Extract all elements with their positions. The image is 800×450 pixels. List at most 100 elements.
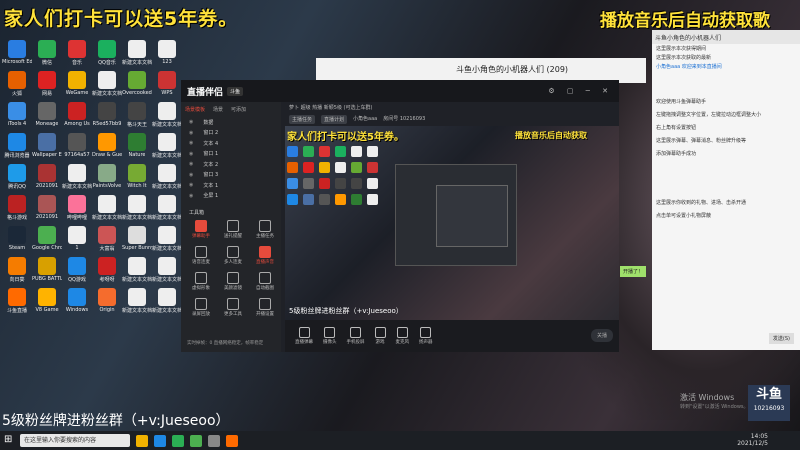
tool-button[interactable]: 多人连麦 xyxy=(217,246,249,272)
desktop-icon[interactable]: Google Chrome xyxy=(32,226,62,257)
desktop-icon[interactable]: 新建文本文档 xyxy=(62,164,92,195)
desktop-icon[interactable]: 新建文本文档 xyxy=(152,164,182,195)
toolbar-button[interactable]: 摄像头 xyxy=(323,327,337,345)
desktop-icon[interactable]: Overcooked xyxy=(122,71,152,102)
desktop-icon[interactable]: 格斗游戏 xyxy=(2,195,32,226)
desktop-icon[interactable]: 新建文本文档 xyxy=(152,133,182,164)
desktop-icon[interactable]: Steam xyxy=(2,226,32,257)
taskbar-app-icon[interactable] xyxy=(190,434,202,447)
start-live-button[interactable]: 关播 xyxy=(590,329,613,342)
tab-scene[interactable]: 场景 xyxy=(213,106,223,113)
eye-icon[interactable]: ◉ xyxy=(189,172,193,178)
toolbar-button[interactable]: 手机投屏 xyxy=(347,327,365,345)
desktop-icon[interactable]: 微信 xyxy=(32,40,62,71)
tag-pill[interactable]: 主播任务 xyxy=(289,115,316,124)
source-item[interactable]: ◉ 数据 xyxy=(189,117,281,128)
desktop-icon[interactable]: PaintsVolve xyxy=(92,164,122,195)
desktop-icon[interactable]: 新建文本文档 xyxy=(152,257,182,288)
desktop-icon[interactable]: Among Us xyxy=(62,102,92,133)
desktop-icon[interactable]: 斗鱼直播 xyxy=(2,288,32,319)
desktop-icon[interactable]: 向日葵 xyxy=(2,257,32,288)
desktop-icon[interactable]: 大富翁 xyxy=(92,226,122,257)
tool-button[interactable]: 录屏回放 xyxy=(185,298,217,324)
tab-scene-template[interactable]: 场景模板 xyxy=(185,106,205,113)
tool-button[interactable]: 美颜滤镜 xyxy=(217,272,249,298)
desktop-icon[interactable]: 腾讯QQ xyxy=(2,164,32,195)
desktop-icon[interactable]: Windows xyxy=(62,288,92,319)
app-titlebar[interactable]: 直播伴侣 斗鱼 ⚙ ▢ ─ ✕ xyxy=(181,80,619,102)
desktop-icon[interactable]: 哔哩哔哩 xyxy=(62,195,92,226)
tool-button[interactable]: 直播声音 xyxy=(249,246,281,272)
desktop-icon[interactable]: Super Bunny Man xyxy=(122,226,152,257)
source-item[interactable]: ◉ 文本 1 xyxy=(189,180,281,191)
desktop-icon[interactable]: 火狐 xyxy=(2,71,32,102)
tag-pill[interactable]: 直播计划 xyxy=(321,115,348,124)
tool-button[interactable]: 主播任务 xyxy=(249,220,281,246)
desktop-icon[interactable]: 腾讯浏览器 xyxy=(2,133,32,164)
toolbar-button[interactable]: 直播弹幕 xyxy=(295,327,313,345)
eye-icon[interactable]: ◉ xyxy=(189,140,193,146)
desktop-icon[interactable]: R5ed57bb9 xyxy=(92,102,122,133)
toolbar-button[interactable]: 游戏 xyxy=(374,327,386,345)
chat-side-panel[interactable]: 斗鱼小角色的小机器人们 这里展示本次获得期间 这里展示本次获取的最新 小角色aa… xyxy=(652,30,800,350)
eye-icon[interactable]: ◉ xyxy=(189,161,193,167)
tool-button[interactable]: 送礼提醒 xyxy=(217,220,249,246)
desktop-icon[interactable]: Moneage xyxy=(32,102,62,133)
source-item[interactable]: ◉ 窗口 3 xyxy=(189,170,281,181)
desktop-icon[interactable]: 新建文本文档 xyxy=(122,195,152,226)
desktop-icon[interactable]: 新建文本文档 xyxy=(152,226,182,257)
taskbar-app-icon[interactable] xyxy=(154,434,166,447)
tool-button[interactable]: 更多工具 xyxy=(217,298,249,324)
tab-addable[interactable]: 可添加 xyxy=(231,106,246,113)
desktop-icon[interactable]: V8 Game xyxy=(32,288,62,319)
eye-icon[interactable]: ◉ xyxy=(189,119,193,125)
window-controls[interactable]: ⚙ ▢ ─ ✕ xyxy=(548,87,613,95)
tool-button[interactable]: 开播设置 xyxy=(249,298,281,324)
desktop-icon[interactable]: 格斗天王 xyxy=(122,102,152,133)
desktop-icon[interactable]: QQ音乐 xyxy=(92,40,122,71)
desktop-icon[interactable]: WeGame xyxy=(62,71,92,102)
taskbar-search[interactable]: 在这里输入你要搜索的内容 xyxy=(20,434,130,447)
streaming-app-window[interactable]: 直播伴侣 斗鱼 ⚙ ▢ ─ ✕ 场景模板 场景 可添加 ◉ 数据 ◉ 窗口 2 ◉ 文本 … xyxy=(181,80,619,352)
source-item[interactable]: ◉ 文本 2 xyxy=(189,159,281,170)
tool-button[interactable]: 自动截图 xyxy=(249,272,281,298)
toolbar-button[interactable]: 麦克风 xyxy=(396,327,409,345)
desktop-icon[interactable]: 新建文本文档 xyxy=(92,71,122,102)
desktop-icon[interactable]: 新建文本文档 xyxy=(92,195,122,226)
desktop-icon[interactable]: 新建文本文档 xyxy=(122,288,152,319)
eye-icon[interactable]: ◉ xyxy=(189,130,193,136)
app-tag[interactable]: 斗鱼 xyxy=(227,86,244,96)
taskbar-app-icon[interactable] xyxy=(136,434,148,447)
desktop-icon[interactable]: 新建文本文档 xyxy=(122,40,152,71)
desktop-icon[interactable]: 2021091 xyxy=(32,195,62,226)
stream-preview[interactable]: 家人们打卡可以送5年券。 播放音乐后自动获取 5级粉丝牌进粉丝群（+v:Jues… xyxy=(285,126,619,320)
desktop-icon[interactable]: 网易 xyxy=(32,71,62,102)
toolbar-button[interactable]: 扬声器 xyxy=(419,327,433,345)
tool-button[interactable]: 虚拟形象 xyxy=(185,272,217,298)
tool-button[interactable]: 语音连麦 xyxy=(185,246,217,272)
start-icon[interactable]: ⊞ xyxy=(4,434,12,445)
eye-icon[interactable]: ◉ xyxy=(189,182,193,188)
desktop-icon[interactable]: Draw & Guess xyxy=(92,133,122,164)
eye-icon[interactable]: ◉ xyxy=(189,193,193,199)
taskbar-app-icon[interactable] xyxy=(226,434,238,447)
source-item[interactable]: ◉ 窗口 2 xyxy=(189,128,281,139)
desktop-icon[interactable]: iTools 4 xyxy=(2,102,32,133)
desktop-icon[interactable]: Witch It xyxy=(122,164,152,195)
desktop-icon[interactable]: 97164a57 xyxy=(62,133,92,164)
desktop-icon[interactable]: 新建文本文档 xyxy=(152,195,182,226)
desktop-icon[interactable]: 音乐 xyxy=(62,40,92,71)
desktop-icon[interactable]: 考呀呀 xyxy=(92,257,122,288)
source-item[interactable]: ◉ 窗口 1 xyxy=(189,149,281,160)
source-item[interactable]: ◉ 全屏 1 xyxy=(189,191,281,202)
desktop-icon[interactable]: 2021091 xyxy=(32,164,62,195)
desktop-icon[interactable]: Nature xyxy=(122,133,152,164)
desktop-icon[interactable]: 123 xyxy=(152,40,182,71)
tool-button[interactable]: 弹幕助手 xyxy=(185,220,217,246)
desktop-icon[interactable]: Microsoft Edge xyxy=(2,40,32,71)
taskbar-app-icon[interactable] xyxy=(172,434,184,447)
stream-title[interactable]: 萝卜 超级 热播 新颖5级 (可选上车群) xyxy=(285,102,619,113)
desktop-icon[interactable]: 新建文本文档 xyxy=(152,102,182,133)
desktop-icon[interactable]: 新建文本文档 xyxy=(122,257,152,288)
taskbar-app-icon[interactable] xyxy=(208,434,220,447)
